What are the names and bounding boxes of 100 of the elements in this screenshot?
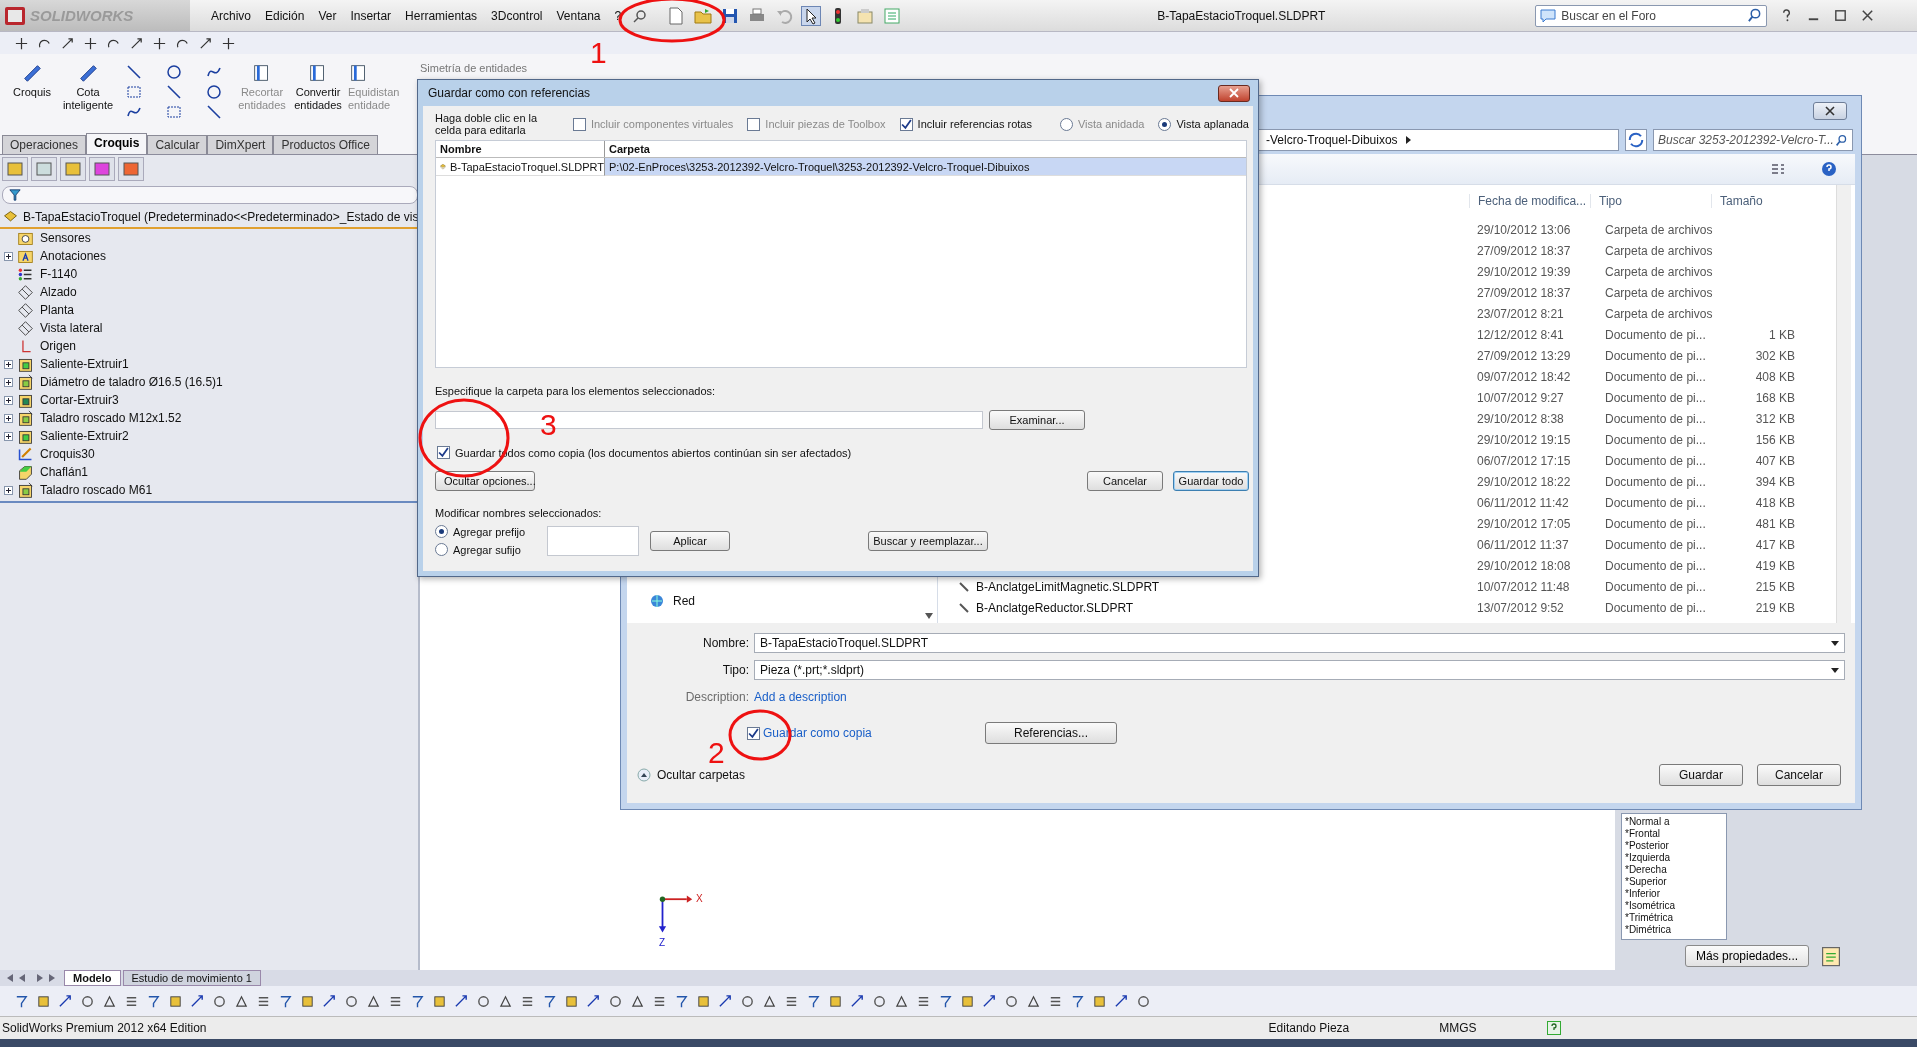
view-radio[interactable]: Vista aplanada [1158, 117, 1249, 131]
hide-options-button[interactable]: Ocultar opciones... [435, 471, 535, 491]
save-all-button[interactable]: Guardar todo [1173, 471, 1249, 491]
tool-icon[interactable] [608, 993, 623, 1009]
mirror-entities-button[interactable]: Simetría de entidades [420, 62, 527, 74]
tool-icon[interactable] [806, 993, 821, 1009]
tree-item[interactable]: Vista lateral [40, 321, 103, 335]
ribbon-button[interactable]: Convertir entidades [292, 62, 344, 112]
menu-item[interactable]: Ver [311, 8, 344, 23]
tool-icon[interactable] [1004, 993, 1019, 1009]
column-header[interactable]: Carpeta [605, 141, 1246, 157]
menu-item[interactable]: Ventana [549, 8, 608, 23]
tab[interactable]: Croquis [86, 133, 148, 154]
caret-icon[interactable] [1831, 640, 1839, 646]
menu-item[interactable]: Insertar [343, 8, 399, 23]
restore-icon[interactable] [1833, 8, 1849, 23]
file-name-field[interactable]: B-TapaEstacioTroquel.SLDPRT [754, 633, 1845, 653]
tool-icon[interactable] [564, 993, 579, 1009]
tree-item[interactable]: Saliente-Extruir1 [40, 357, 129, 371]
tool-icon[interactable] [1114, 993, 1129, 1009]
close-button[interactable] [1218, 84, 1250, 102]
column-header[interactable]: Tipo [1590, 194, 1711, 208]
refresh-icon[interactable] [1625, 129, 1647, 151]
tool-icon[interactable] [740, 993, 755, 1009]
line-icon[interactable] [126, 64, 142, 80]
tree-item[interactable]: Anotaciones [40, 249, 107, 263]
expand-icon[interactable] [4, 377, 13, 387]
tool-icon[interactable] [234, 993, 249, 1009]
point-icon[interactable] [14, 35, 29, 51]
tab[interactable]: Productos Office [273, 135, 378, 154]
tool-icon[interactable] [190, 993, 205, 1009]
tool-icon[interactable] [168, 993, 183, 1009]
tab[interactable]: Calcular [147, 135, 208, 154]
ribbon-button[interactable]: Cota inteligente [62, 62, 114, 112]
apply-button[interactable]: Aplicar [650, 530, 730, 551]
folder-cell[interactable]: P:\02-EnProces\3253-2012392-Velcro-Troquel\3253-2012392-Velcro-Troquel-Dibuixos [605, 158, 1246, 176]
browse-button[interactable]: Examinar... [989, 410, 1085, 430]
view-item[interactable]: *Izquierda [1625, 852, 1723, 864]
units-selector[interactable]: MMGS [1439, 1021, 1477, 1035]
expand-icon[interactable] [4, 485, 13, 495]
expand-icon[interactable] [4, 413, 13, 423]
column-header[interactable]: Tamaño [1711, 194, 1832, 208]
caret-icon[interactable] [1831, 667, 1839, 673]
tool-icon[interactable] [696, 993, 711, 1009]
tree-item[interactable]: Cortar-Extruir3 [40, 393, 119, 407]
tab[interactable]: Modelo [64, 970, 121, 986]
save-button[interactable]: Guardar [1659, 764, 1743, 786]
view-item[interactable]: *Frontal [1625, 828, 1723, 840]
menu-item[interactable]: Edición [258, 8, 312, 23]
tool-icon[interactable] [1092, 993, 1107, 1009]
add-description-link[interactable]: Add a description [754, 690, 847, 704]
menu-item[interactable]: 3Dcontrol [484, 8, 550, 23]
view-item[interactable]: *Derecha [1625, 864, 1723, 876]
tool-icon[interactable] [322, 993, 337, 1009]
search-icon[interactable] [1835, 133, 1848, 147]
file-name[interactable]: B-AnclatgeReductor.SLDPRT [976, 600, 1134, 615]
tool-icon[interactable] [146, 993, 161, 1009]
tool-icon[interactable] [58, 993, 73, 1009]
tool-icon[interactable] [80, 993, 95, 1009]
affix-input[interactable] [547, 525, 639, 556]
menu-item[interactable]: Herramientas [398, 8, 485, 23]
expand-icon[interactable] [4, 251, 13, 261]
tool-icon[interactable] [344, 993, 359, 1009]
help-icon[interactable] [1546, 1021, 1561, 1035]
view-item[interactable]: *Superior [1625, 876, 1723, 888]
view-item[interactable]: *Trimétrica [1625, 912, 1723, 924]
expand-icon[interactable] [4, 395, 13, 405]
tool-icon[interactable] [938, 993, 953, 1009]
panel-tab-icon[interactable] [89, 157, 115, 181]
tool-icon[interactable] [410, 993, 425, 1009]
tool-icon[interactable] [1070, 993, 1085, 1009]
tool-icon[interactable] [1136, 993, 1151, 1009]
network-nav-item[interactable]: Red [627, 593, 937, 609]
caret-icon[interactable] [1405, 136, 1411, 144]
tree-item[interactable]: Planta [40, 303, 75, 317]
file-type-dropdown[interactable]: Pieza (*.prt;*.sldprt) [754, 660, 1845, 680]
tool-icon[interactable] [476, 993, 491, 1009]
tree-item[interactable]: Croquis30 [40, 447, 95, 461]
tool-icon[interactable] [872, 993, 887, 1009]
ellipse-icon[interactable] [206, 84, 222, 100]
menu-item[interactable]: ? [607, 8, 629, 23]
tab[interactable]: Estudio de movimiento 1 [122, 970, 261, 986]
tool-icon[interactable] [498, 993, 513, 1009]
tool-icon[interactable] [850, 993, 865, 1009]
filter-field[interactable] [2, 186, 418, 204]
column-header[interactable]: Fecha de modifica... [1469, 194, 1590, 208]
tree-item[interactable]: Origen [40, 339, 77, 353]
option-checkbox[interactable]: Incluir referencias rotas [899, 117, 1032, 131]
tree-item[interactable]: Taladro roscado M12x1.52 [40, 411, 182, 425]
view-item[interactable]: *Isométrica [1625, 900, 1723, 912]
tool-icon[interactable] [14, 993, 29, 1009]
tool-icon[interactable] [278, 993, 293, 1009]
tool-icon[interactable] [366, 993, 381, 1009]
tool-icon[interactable] [454, 993, 469, 1009]
tree-item[interactable]: Alzado [40, 285, 77, 299]
scroll-down-icon[interactable] [925, 613, 933, 619]
close-icon[interactable] [1860, 8, 1876, 23]
search-icon[interactable] [1747, 8, 1763, 23]
references-button[interactable]: Referencias... [985, 722, 1117, 744]
ribbon-button[interactable]: Croquis [6, 62, 58, 99]
